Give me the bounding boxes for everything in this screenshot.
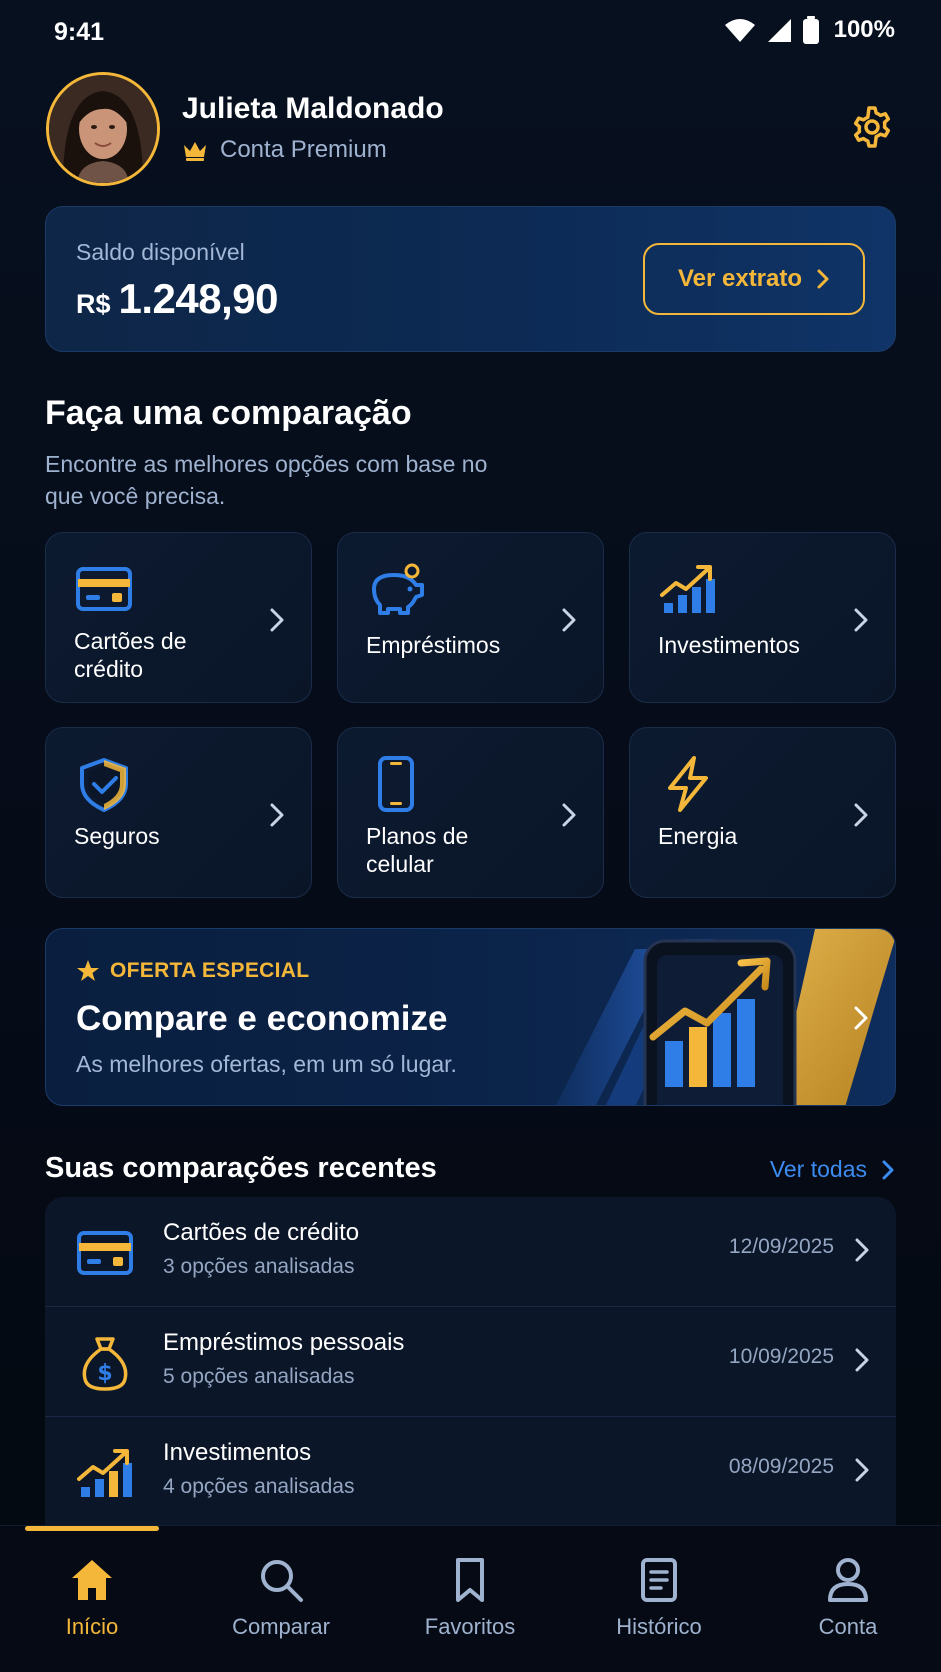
settings-button[interactable] <box>849 104 895 150</box>
category-loans[interactable]: Empréstimos <box>337 532 604 703</box>
nav-label: Histórico <box>616 1614 702 1639</box>
user-name: Julieta Maldonado <box>182 92 444 125</box>
see-all-link[interactable]: Ver todas <box>770 1156 895 1183</box>
nav-account[interactable]: Conta <box>768 1556 928 1640</box>
growth-chart-icon <box>660 565 715 613</box>
piggy-bank-icon <box>372 563 424 615</box>
document-icon <box>641 1558 677 1602</box>
star-icon <box>77 960 99 981</box>
category-credit-cards[interactable]: Cartões de crédito <box>45 532 312 703</box>
lightning-icon <box>668 756 708 812</box>
compare-title: Faça uma comparação <box>45 394 412 432</box>
chevron-right-icon <box>854 803 868 827</box>
chevron-right-icon <box>855 1458 869 1482</box>
gear-icon <box>853 106 891 148</box>
promo-subtitle: As melhores ofertas, em um só lugar. <box>76 1051 457 1077</box>
chevron-right-icon <box>817 269 829 289</box>
chevron-right-icon <box>270 803 284 827</box>
recent-item-name: Cartões de crédito <box>163 1219 360 1246</box>
compare-subtitle: Encontre as melhores opções com base no … <box>45 451 488 509</box>
recent-item-detail: 3 opções analisadas <box>163 1255 355 1278</box>
recent-item-date: 12/09/2025 <box>728 1235 834 1258</box>
nav-label: Favoritos <box>424 1614 516 1639</box>
list-item[interactable]: Investimentos 4 opções analisadas 08/09/… <box>45 1417 896 1527</box>
wifi-icon <box>724 19 755 42</box>
balance-currency: R$ <box>76 289 111 319</box>
see-all-label: Ver todas <box>769 1156 867 1182</box>
nav-compare[interactable]: Comparar <box>201 1556 361 1640</box>
credit-card-icon <box>77 1231 133 1275</box>
recent-comparisons-title: Suas comparações recentes <box>45 1152 437 1184</box>
chevron-right-icon <box>854 1006 868 1030</box>
chevron-right-icon <box>270 608 284 632</box>
promo-tag-label: OFERTA ESPECIAL <box>110 959 310 982</box>
status-time: 9:41 <box>54 18 105 46</box>
recent-item-detail: 5 opções analisadas <box>163 1365 355 1388</box>
promo-title: Compare e economize <box>76 999 448 1038</box>
avatar[interactable] <box>46 72 160 186</box>
battery-percentage: 100% <box>833 16 895 43</box>
list-item[interactable]: Cartões de crédito 3 opções analisadas 1… <box>45 1197 896 1307</box>
balance-card: Saldo disponível R$ 1.248,90 Ver extrato <box>45 206 896 352</box>
balance-amount: 1.248,90 <box>118 275 279 322</box>
recent-comparisons-list: Cartões de crédito 3 opções analisadas 1… <box>45 1197 896 1527</box>
chevron-right-icon <box>882 1160 894 1179</box>
credit-card-icon <box>76 567 132 611</box>
chevron-right-icon <box>562 608 576 632</box>
view-statement-button[interactable]: Ver extrato <box>643 243 865 315</box>
balance-value: R$ 1.248,90 <box>76 275 279 323</box>
bottom-navigation: Início Comparar Favoritos Histórico Cont… <box>0 1525 941 1672</box>
promo-tag: OFERTA ESPECIAL <box>76 959 309 983</box>
chevron-right-icon <box>854 608 868 632</box>
chevron-right-icon <box>855 1348 869 1372</box>
bookmark-icon <box>456 1558 484 1602</box>
status-bar: 9:41 100% <box>0 0 941 68</box>
user-icon <box>828 1558 868 1602</box>
recent-item-date: 08/09/2025 <box>728 1455 834 1478</box>
money-bag-icon: $ <box>82 1337 128 1391</box>
category-label: Planos de celular <box>366 823 469 877</box>
status-icons: 100% <box>724 16 895 44</box>
recent-item-name: Empréstimos pessoais <box>163 1329 405 1356</box>
search-icon <box>261 1560 303 1602</box>
chevron-right-icon <box>855 1238 869 1262</box>
svg-text:$: $ <box>97 1361 112 1386</box>
category-investments[interactable]: Investimentos <box>629 532 896 703</box>
category-label: Empréstimos <box>366 632 501 658</box>
nav-label: Início <box>65 1614 119 1639</box>
home-icon <box>72 1560 112 1600</box>
category-phone-plans[interactable]: Planos de celular <box>337 727 604 898</box>
category-label: Seguros <box>74 823 160 849</box>
list-item[interactable]: $ Empréstimos pessoais 5 opções analisad… <box>45 1307 896 1417</box>
category-energy[interactable]: Energia <box>629 727 896 898</box>
category-label: Investimentos <box>658 632 800 658</box>
category-label: Energia <box>658 823 738 849</box>
view-statement-label: Ver extrato <box>677 265 803 292</box>
nav-favorites[interactable]: Favoritos <box>390 1556 550 1640</box>
promo-phone-chart-illustration <box>556 929 895 1105</box>
recent-item-name: Investimentos <box>163 1439 312 1466</box>
nav-home[interactable]: Início <box>12 1556 172 1640</box>
battery-icon <box>802 16 819 44</box>
nav-history[interactable]: Histórico <box>579 1556 739 1640</box>
nav-label: Conta <box>818 1614 878 1639</box>
app-root: 9:41 100% Julieta Maldonado Conta Premiu… <box>0 0 941 1672</box>
active-tab-indicator <box>25 1526 159 1531</box>
recent-item-detail: 4 opções analisadas <box>163 1475 355 1498</box>
category-label: Cartões de crédito <box>74 628 187 682</box>
shield-check-icon <box>80 758 128 812</box>
account-type: Conta Premium <box>182 136 387 164</box>
account-type-label: Conta Premium <box>220 136 387 163</box>
chevron-right-icon <box>562 803 576 827</box>
avatar-portrait <box>49 75 157 183</box>
crown-icon <box>184 142 206 161</box>
recent-item-date: 10/09/2025 <box>728 1345 834 1368</box>
promo-banner[interactable]: OFERTA ESPECIAL Compare e economize As m… <box>45 928 896 1106</box>
signal-icon <box>767 19 791 42</box>
balance-label: Saldo disponível <box>76 239 245 265</box>
category-insurance[interactable]: Seguros <box>45 727 312 898</box>
nav-label: Comparar <box>232 1614 330 1639</box>
growth-chart-icon <box>77 1449 132 1497</box>
smartphone-icon <box>378 756 414 812</box>
